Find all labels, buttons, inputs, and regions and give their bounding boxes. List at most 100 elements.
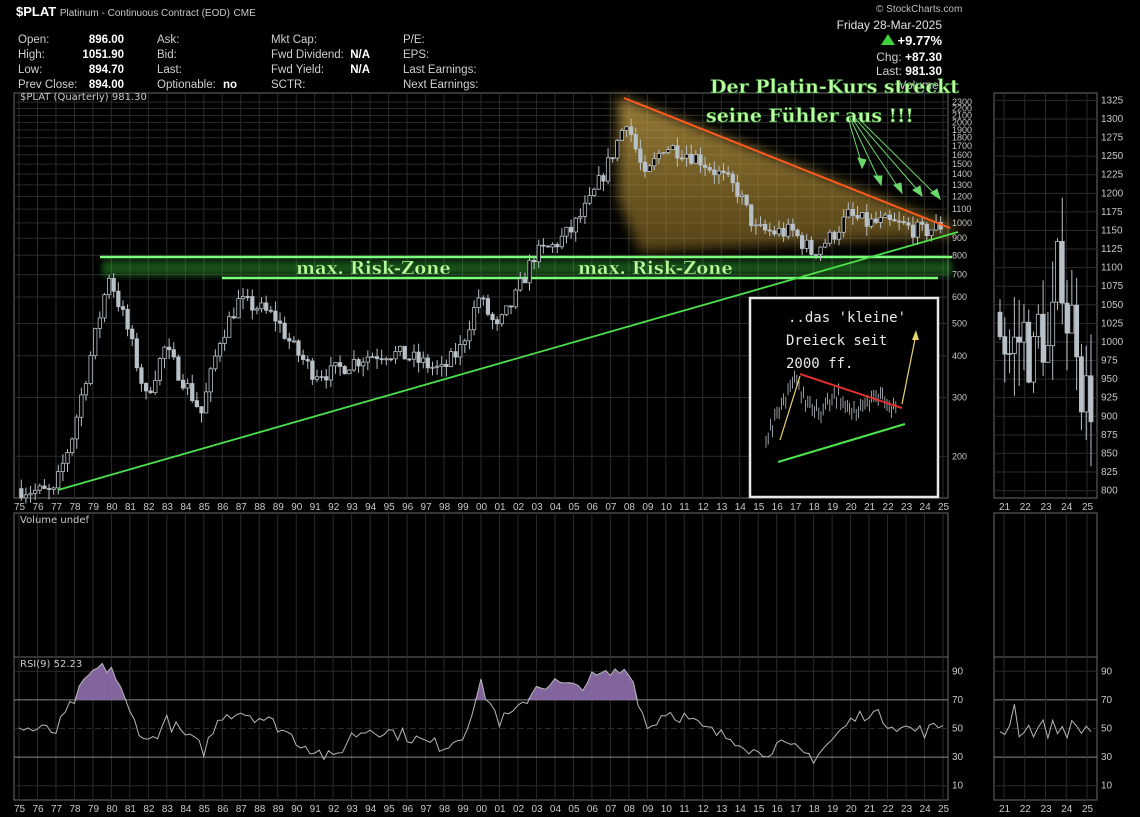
candle-body [148, 390, 153, 394]
inset-text-line2: Dreieck seit [786, 333, 887, 349]
candle-body [873, 218, 879, 223]
side-candle-body [1011, 336, 1017, 354]
annotation-title-line1: Der Platin-Kurs streckt [710, 76, 959, 98]
x-tick-label: 21 [864, 502, 876, 513]
side-y-tick-label: 1100 [1101, 263, 1123, 274]
x-tick-label: 79 [88, 502, 100, 513]
side-candle-body [1050, 301, 1056, 347]
x-tick-label: 88 [254, 502, 266, 513]
rsi-x-tick-label: 12 [698, 804, 710, 815]
side-rsi-y-tick-label: 30 [1101, 752, 1113, 763]
rsi-x-tick-label: 11 [679, 804, 690, 815]
candle-body [398, 345, 403, 352]
x-tick-label: 06 [587, 502, 599, 513]
side-x-tick-label: 23 [1041, 502, 1053, 513]
x-tick-label: 08 [624, 502, 636, 513]
candle-body [342, 365, 347, 375]
rsi-x-tick-label: 23 [901, 804, 913, 815]
candle-body [46, 488, 52, 490]
annotation-title-line2: seine Fühler aus !!! [706, 105, 914, 127]
candle-body [804, 239, 809, 249]
candle-body [467, 329, 472, 342]
candle-body [541, 244, 546, 247]
candle-body [273, 310, 278, 322]
rsi-x-tick-label: 98 [439, 804, 451, 815]
candle-body [439, 363, 444, 367]
candle-body [559, 235, 564, 248]
candle-body [180, 379, 186, 389]
candle-body [134, 338, 139, 369]
x-tick-label: 02 [513, 502, 525, 513]
side-y-tick-label: 1075 [1101, 281, 1124, 292]
candle-body [818, 246, 823, 255]
candle-body [513, 289, 518, 308]
candle-body [661, 152, 666, 154]
candle-body [305, 359, 310, 362]
y-tick-label: 200 [952, 451, 967, 461]
candle-body [393, 351, 398, 360]
candle-body [245, 296, 250, 298]
candle-body [33, 489, 38, 494]
rsi-x-tick-label: 14 [735, 804, 747, 815]
candle-body [204, 391, 209, 414]
candle-body [883, 214, 888, 218]
candle-body [60, 462, 65, 472]
candle-body [596, 175, 601, 190]
candle-body [176, 356, 181, 381]
x-tick-label: 07 [605, 502, 617, 513]
y-tick-label: 700 [952, 270, 967, 280]
side-candle-body [1088, 375, 1094, 423]
x-tick-label: 00 [476, 502, 488, 513]
rsi-x-tick-label: 97 [421, 804, 433, 815]
x-tick-label: 92 [328, 502, 340, 513]
x-tick-label: 85 [199, 502, 211, 513]
candle-body [444, 363, 449, 367]
candle-body [721, 170, 726, 174]
y-tick-label: 1100 [952, 204, 971, 214]
rsi-x-tick-label: 94 [365, 804, 377, 815]
candle-body [758, 223, 763, 226]
rsi-x-tick-label: 06 [587, 804, 599, 815]
candle-body [555, 244, 560, 248]
candle-body [495, 319, 500, 325]
candle-body [582, 202, 588, 217]
candle-body [813, 253, 819, 256]
candle-body [337, 362, 343, 367]
candle-body [379, 358, 384, 361]
candle-body [93, 327, 98, 357]
candle-body [88, 355, 93, 384]
candle-body [712, 169, 717, 176]
candle-body [827, 231, 832, 244]
side-rsi-x-tick-label: 23 [1041, 804, 1053, 815]
side-y-tick-label: 1125 [1101, 244, 1123, 255]
candle-body [384, 358, 389, 361]
candle-body [568, 226, 574, 233]
side-rsi-y-tick-label: 70 [1101, 695, 1113, 706]
side-y-tick-label: 1175 [1101, 207, 1123, 218]
rsi-x-tick-label: 21 [864, 804, 876, 815]
rsi-x-tick-label: 95 [384, 804, 396, 815]
side-candle-body [1026, 321, 1032, 383]
side-x-tick-label: 25 [1082, 502, 1094, 513]
rsi-x-tick-label: 81 [125, 804, 137, 815]
x-tick-label: 90 [291, 502, 303, 513]
candle-body [869, 218, 874, 227]
x-tick-label: 15 [753, 502, 765, 513]
rsi-x-tick-label: 10 [661, 804, 673, 815]
candle-body [277, 320, 283, 324]
side-candle-body [1021, 321, 1027, 343]
volume-title: Volume undef [20, 515, 90, 526]
candle-body [809, 239, 814, 255]
rsi-x-tick-label: 19 [827, 804, 839, 815]
candle-body [208, 368, 213, 393]
side-y-tick-label: 800 [1101, 486, 1118, 497]
candle-body [906, 222, 911, 226]
candle-body [684, 153, 689, 159]
y-tick-label: 1300 [952, 180, 972, 190]
x-tick-label: 16 [772, 502, 784, 513]
x-tick-label: 87 [236, 502, 248, 513]
side-y-tick-label: 1025 [1101, 318, 1124, 329]
rsi-x-tick-label: 86 [217, 804, 229, 815]
candle-body [504, 305, 509, 316]
candle-body [920, 221, 925, 225]
